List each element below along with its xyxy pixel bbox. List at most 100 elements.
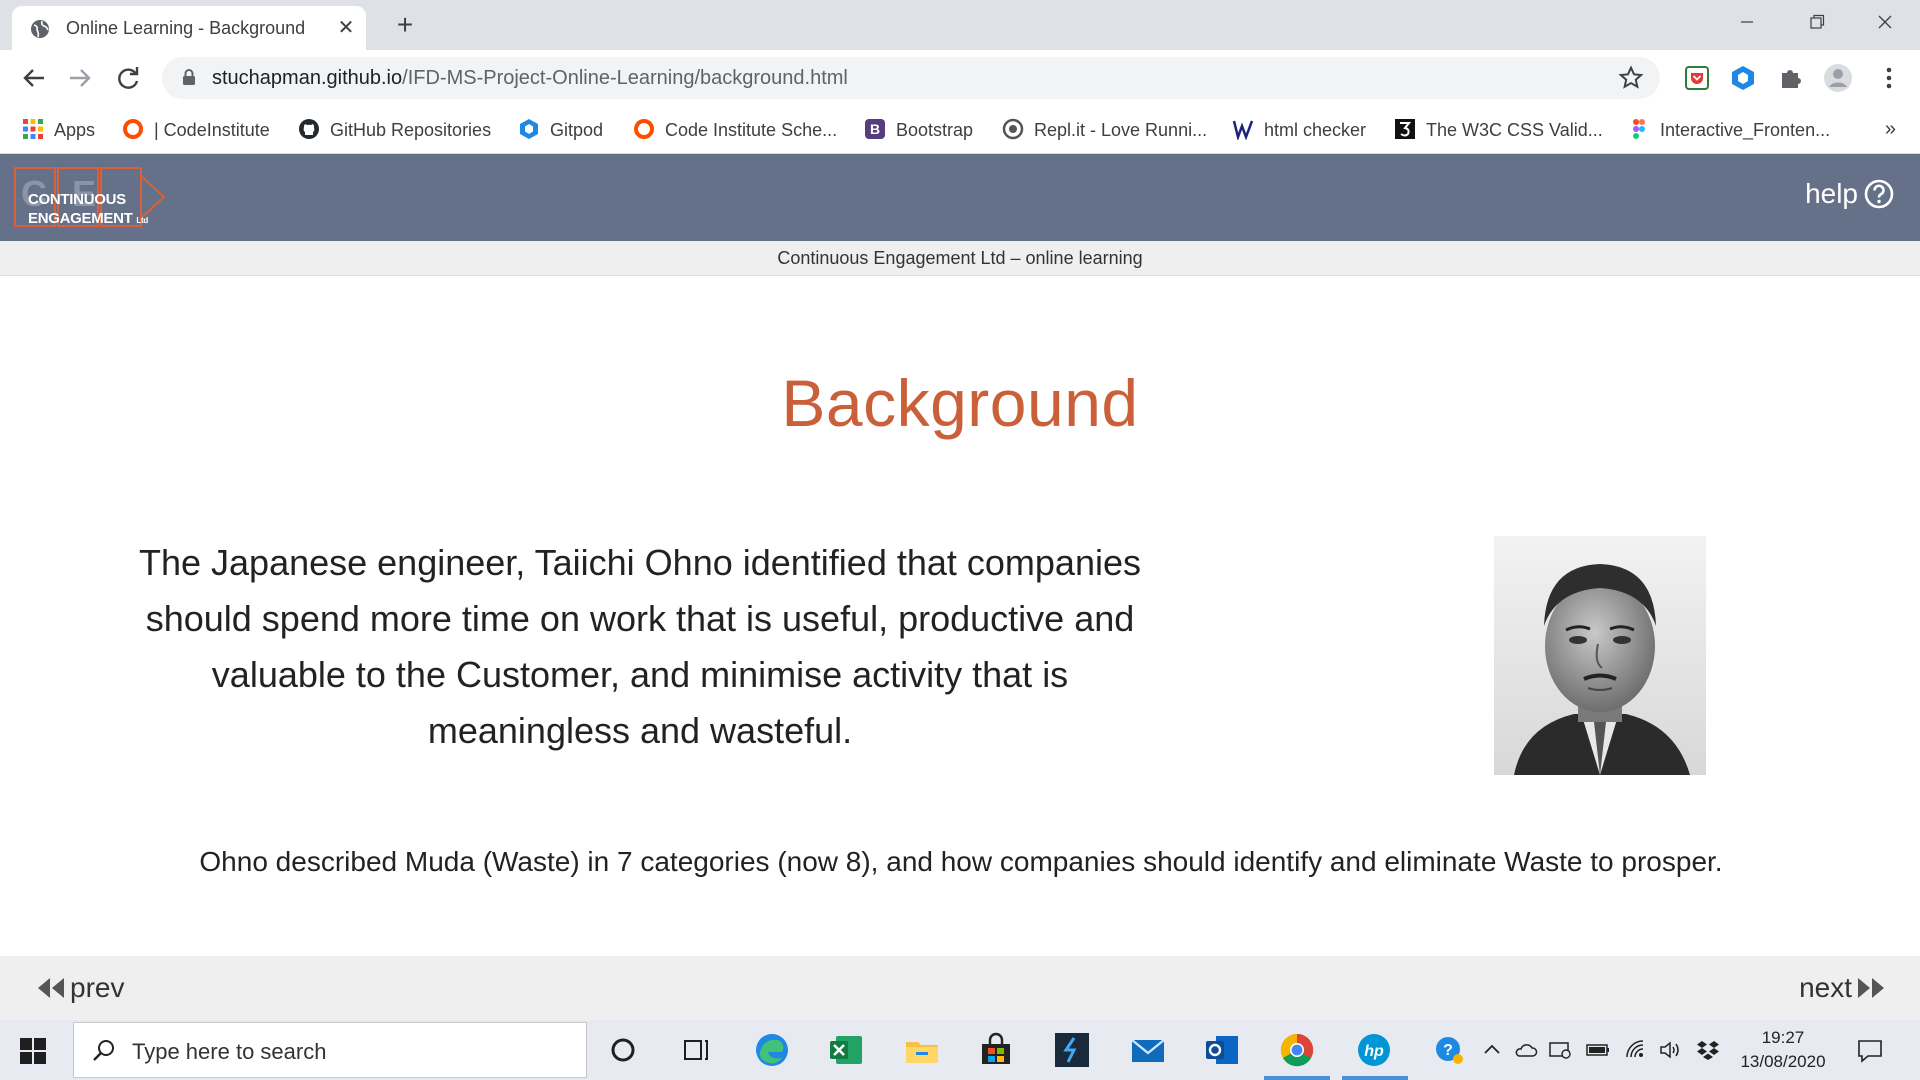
code-institute-icon — [634, 119, 654, 140]
browser-tab-strip: Online Learning - Background ✕ + — [0, 0, 1920, 50]
hp-active-indicator — [1342, 1076, 1408, 1080]
bookmarks-bar: Apps | CodeInstitute GitHub Repositories… — [0, 106, 1920, 154]
help-link[interactable]: help — [1805, 178, 1894, 210]
help-tray-icon[interactable]: ? — [1434, 1035, 1464, 1065]
logo-ltd: Ltd — [136, 216, 148, 225]
bookmark-label: html checker — [1264, 120, 1367, 140]
bookmark-gitpod[interactable]: Gitpod — [518, 116, 603, 144]
chrome-icon[interactable] — [1277, 1030, 1317, 1070]
bookmark-interactive-frontend[interactable]: Interactive_Fronten... — [1628, 116, 1830, 144]
bookmark-bootstrap[interactable]: B Bootstrap — [864, 116, 973, 144]
logo-text: CONTINUOUS ENGAGEMENT Ltd — [28, 190, 148, 230]
tab-title: Online Learning - Background — [66, 18, 306, 38]
bookmark-label: Gitpod — [550, 120, 604, 140]
next-button[interactable]: next — [1799, 972, 1886, 1004]
taskbar-search-box[interactable]: Type here to search — [73, 1022, 587, 1078]
bookmark-label: Apps — [54, 120, 96, 140]
minimize-window-button[interactable] — [1724, 6, 1770, 38]
windows-start-icon[interactable] — [20, 1038, 46, 1064]
battery-icon[interactable] — [1586, 1038, 1610, 1062]
bookmark-label: Code Institute Sche... — [665, 120, 838, 140]
minimize-icon — [1741, 21, 1753, 23]
address-bar[interactable]: stuchapman.github.io/IFD-MS-Project-Onli… — [162, 57, 1660, 99]
bookmark-apps[interactable]: Apps — [22, 116, 95, 144]
pocket-extension-icon[interactable] — [1682, 63, 1712, 93]
browser-toolbar: stuchapman.github.io/IFD-MS-Project-Onli… — [0, 50, 1920, 106]
lock-icon — [183, 69, 195, 85]
bookmark-codeinstitute[interactable]: | CodeInstitute — [122, 116, 270, 144]
bookmark-html-checker[interactable]: html checker — [1232, 116, 1366, 144]
close-window-button[interactable] — [1862, 6, 1908, 38]
url-path: /IFD-MS-Project-Online-Learning/backgrou… — [402, 67, 848, 89]
close-icon — [1878, 15, 1892, 29]
microsoft-store-icon[interactable] — [976, 1030, 1016, 1070]
gitpod-extension-icon[interactable] — [1728, 63, 1758, 93]
clock-date: 13/08/2020 — [1740, 1052, 1826, 1071]
browser-menu-icon[interactable] — [1874, 63, 1904, 93]
outlook-icon[interactable] — [1202, 1030, 1242, 1070]
backward-double-arrow-icon — [38, 978, 64, 998]
forward-double-arrow-icon — [1858, 978, 1884, 998]
github-icon — [299, 119, 319, 140]
svg-text:B: B — [870, 121, 880, 137]
bookmark-replit[interactable]: Repl.it - Love Runni... — [1002, 116, 1207, 144]
onedrive-icon[interactable] — [1514, 1038, 1538, 1062]
prev-button[interactable]: prev — [36, 972, 124, 1004]
site-logo[interactable]: C E CONTINUOUS ENGAGEMENT Ltd — [14, 166, 176, 230]
url-host: stuchapman.github.io — [212, 67, 403, 89]
volume-icon[interactable] — [1658, 1038, 1682, 1062]
logo-line-2-text: ENGAGEMENT — [28, 210, 133, 227]
bookmark-label: GitHub Repositories — [330, 120, 492, 140]
bookmark-github[interactable]: GitHub Repositories — [298, 116, 491, 144]
extensions-puzzle-icon[interactable] — [1776, 63, 1806, 93]
bookmark-code-institute-schedule[interactable]: Code Institute Sche... — [633, 116, 837, 144]
notification-center-icon[interactable] — [1856, 1037, 1884, 1065]
new-tab-button[interactable]: + — [390, 10, 420, 40]
page-title: Background — [781, 366, 1139, 440]
w3c-css-icon — [1395, 119, 1415, 140]
bookmark-label: Repl.it - Love Runni... — [1034, 120, 1208, 140]
bookmark-star-icon[interactable] — [1618, 65, 1644, 91]
edge-browser-icon[interactable] — [752, 1030, 792, 1070]
forward-arrow-icon[interactable] — [64, 62, 96, 94]
intro-paragraph: The Japanese engineer, Taiichi Ohno iden… — [138, 542, 1141, 751]
logo-line-2: ENGAGEMENT Ltd — [28, 209, 148, 230]
bookmark-label: Bootstrap — [896, 120, 974, 140]
back-arrow-icon[interactable] — [18, 62, 50, 94]
svg-text:?: ? — [1443, 1042, 1453, 1059]
prev-label: prev — [70, 972, 125, 1003]
tab-close-icon[interactable]: ✕ — [334, 16, 358, 40]
cortana-icon[interactable] — [603, 1030, 643, 1070]
w3c-icon — [1232, 120, 1254, 141]
gitpod-icon — [520, 119, 538, 140]
bookmarks-overflow-button[interactable]: » — [1885, 118, 1896, 141]
bootstrap-icon: B — [865, 119, 885, 140]
browser-tab-active[interactable]: Online Learning - Background ✕ — [12, 6, 366, 50]
muda-paragraph: Ohno described Muda (Waste) in 7 categor… — [199, 846, 1723, 877]
bookmark-label: Interactive_Fronten... — [1660, 120, 1831, 140]
site-subheader: Continuous Engagement Ltd – online learn… — [0, 241, 1920, 276]
windows-taskbar: Type here to search hp ? 19:27 13/08/202… — [0, 1020, 1920, 1080]
mail-icon[interactable] — [1128, 1030, 1168, 1070]
bookmark-label: | CodeInstitute — [154, 120, 270, 140]
display-settings-icon[interactable] — [1548, 1038, 1572, 1062]
apps-grid-icon — [23, 119, 43, 140]
bookmark-label: The W3C CSS Valid... — [1426, 120, 1603, 140]
restore-window-button[interactable] — [1794, 6, 1840, 38]
dropbox-icon[interactable] — [1696, 1038, 1720, 1062]
powershell-icon[interactable] — [1052, 1030, 1092, 1070]
taskbar-clock[interactable]: 19:27 13/08/2020 — [1730, 1026, 1836, 1074]
bookmark-w3c-css-validator[interactable]: The W3C CSS Valid... — [1394, 116, 1603, 144]
replit-icon — [1002, 119, 1024, 140]
task-view-icon[interactable] — [676, 1030, 716, 1070]
page-footer-nav: prev next — [0, 956, 1920, 1020]
chevron-up-icon[interactable] — [1480, 1038, 1504, 1062]
excel-icon[interactable] — [826, 1030, 866, 1070]
taskbar-search-placeholder: Type here to search — [132, 1039, 327, 1064]
reload-icon[interactable] — [112, 62, 144, 94]
profile-avatar-icon[interactable] — [1823, 63, 1853, 93]
hp-support-icon[interactable]: hp — [1354, 1030, 1394, 1070]
figma-icon — [1633, 119, 1645, 140]
wifi-icon[interactable] — [1624, 1038, 1648, 1062]
file-explorer-icon[interactable] — [902, 1030, 942, 1070]
